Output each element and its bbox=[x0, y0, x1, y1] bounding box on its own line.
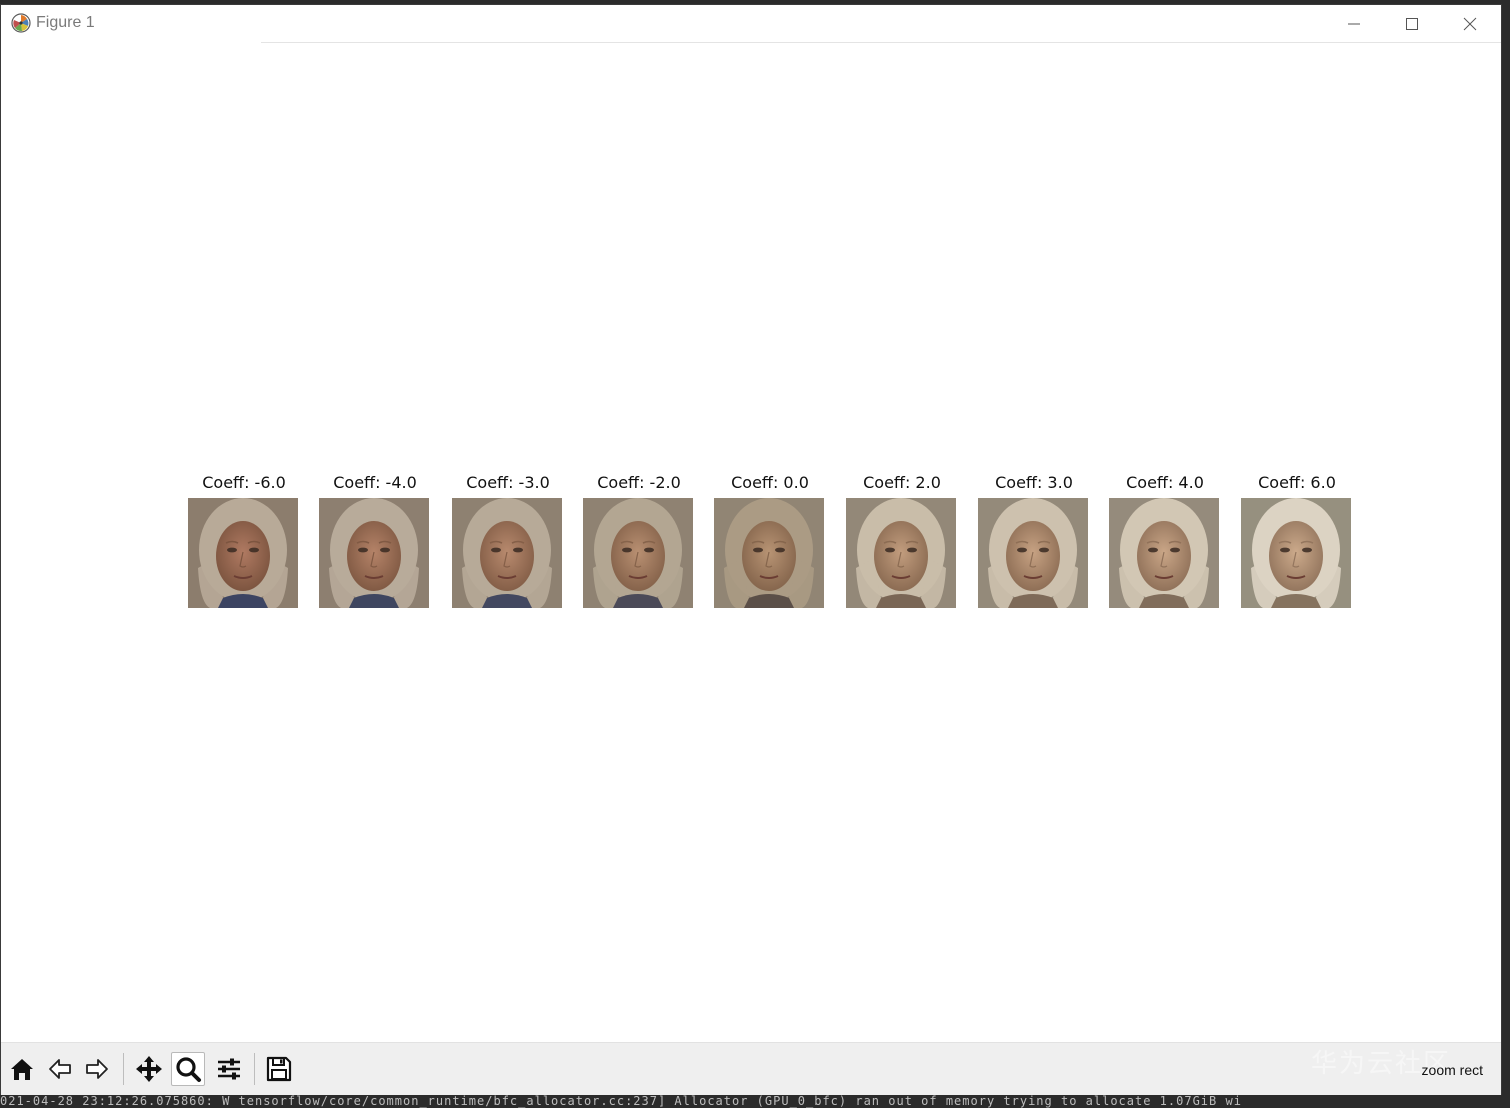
face-image bbox=[1109, 498, 1219, 608]
forward-arrow-icon bbox=[86, 1059, 108, 1079]
zoom-icon bbox=[176, 1057, 201, 1082]
terminal-output-line: 021-04-28 23:12:26.075860: W tensorflow/… bbox=[0, 1095, 1510, 1108]
figure-canvas[interactable]: Coeff: -6.0 Coeff: -4.0 Coeff: -3.0 Coeff: … bbox=[1, 43, 1501, 1042]
maximize-icon bbox=[1406, 17, 1418, 30]
matplotlib-app-icon bbox=[11, 13, 31, 33]
minimize-button[interactable] bbox=[1325, 5, 1383, 42]
face-image bbox=[978, 498, 1088, 608]
zoom-button[interactable] bbox=[171, 1052, 205, 1086]
save-icon bbox=[266, 1056, 292, 1082]
window-title: Figure 1 bbox=[36, 14, 95, 31]
navigation-toolbar: 华为云社区 zoom rect bbox=[1, 1042, 1501, 1096]
toolbar-status: zoom rect bbox=[1421, 1062, 1483, 1078]
save-button[interactable] bbox=[262, 1052, 296, 1086]
face-image bbox=[714, 498, 824, 608]
face-image bbox=[452, 498, 562, 608]
desktop-edge bbox=[1502, 5, 1510, 1108]
face-image bbox=[188, 498, 298, 608]
back-arrow-icon bbox=[49, 1059, 71, 1079]
home-button[interactable] bbox=[5, 1052, 39, 1086]
configure-subplots-button[interactable] bbox=[212, 1052, 246, 1086]
maximize-button[interactable] bbox=[1383, 5, 1441, 42]
toolbar-separator bbox=[254, 1053, 255, 1085]
home-icon bbox=[11, 1059, 33, 1080]
face-image bbox=[846, 498, 956, 608]
face-image bbox=[583, 498, 693, 608]
face-image bbox=[319, 498, 429, 608]
configure-subplots-icon bbox=[218, 1058, 240, 1080]
title-bar[interactable]: Figure 1 bbox=[1, 5, 1501, 42]
forward-button[interactable] bbox=[80, 1052, 114, 1086]
figure-window: Figure 1 Coeff: -6.0 Coeff: -4.0 Coeff: -3… bbox=[1, 5, 1501, 1096]
pan-button[interactable] bbox=[132, 1052, 166, 1086]
close-icon bbox=[1463, 17, 1477, 30]
back-button[interactable] bbox=[43, 1052, 77, 1086]
toolbar-separator bbox=[123, 1053, 124, 1085]
minimize-icon bbox=[1348, 23, 1360, 24]
pan-icon bbox=[136, 1056, 162, 1082]
subplot-title: Coeff: 6.0 bbox=[1258, 473, 1336, 492]
close-button[interactable] bbox=[1441, 5, 1499, 42]
face-image bbox=[1241, 498, 1351, 608]
